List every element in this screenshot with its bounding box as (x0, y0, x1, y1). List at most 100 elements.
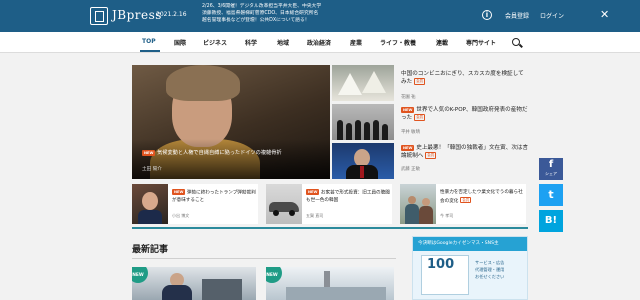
facebook-share-button[interactable]: f シェア (539, 158, 563, 180)
top-bar: JBpress 2021.2.16 2/26、3/6開催！デジタル改革担当平井大… (0, 0, 640, 32)
silhouette-figure (382, 124, 388, 140)
hero-gradient (132, 139, 330, 179)
new-badge: NEW (401, 106, 415, 113)
card-title-text: 性暴力を否定したウ業文化でうの暮ら社会の変化 (440, 190, 523, 204)
side-article-title[interactable]: NEW 史上最悪！「韓国の独裁者」文在寅、次は言論統制へ 会員 (401, 144, 529, 160)
trump-article-thumbnail (132, 184, 168, 224)
car-article-thumbnail (266, 184, 302, 224)
nav-item-top[interactable]: TOP (142, 38, 156, 45)
new-badge: NEW (132, 267, 148, 283)
new-badge: NEW (172, 189, 186, 195)
car-wheel (289, 210, 295, 216)
person-body (405, 204, 419, 224)
card-author: 小出 博文 (172, 213, 190, 218)
members-badge: 会員 (460, 196, 472, 204)
article-card[interactable]: 性暴力を否定したウ業文化でうの暮ら社会の変化 会員 今 孝司 (400, 184, 526, 224)
hero-article-title[interactable]: NEW 気候変動と人権で自縄自縛に陥ったドイツの複雑骨折 (142, 149, 332, 156)
info-icon[interactable]: i (482, 10, 492, 20)
ad-text-line: サービス・広告 (475, 260, 505, 265)
onigiri-shape (362, 71, 386, 93)
silhouette-figure (346, 123, 352, 140)
facebook-share-label: シェア (545, 171, 557, 176)
nav-item-politics-economy[interactable]: 政治経済 (307, 38, 331, 47)
announcement-line: 越名誉理事長などが登壇！公共DXについて語る！ (202, 18, 310, 23)
car-wheel (273, 210, 279, 216)
hero-article-author[interactable]: 土田 陽介 (142, 166, 162, 172)
onigiri-shape (338, 73, 362, 95)
card-title: 性暴力を否定したウ業文化でうの暮ら社会の変化 会員 (440, 189, 524, 205)
search-icon[interactable] (512, 38, 520, 46)
members-badge: 会員 (425, 152, 437, 159)
ad-number: 100 (427, 257, 455, 272)
section-divider (132, 227, 528, 229)
nav-item-region[interactable]: 地域 (277, 38, 289, 47)
latest-article-thumbnail[interactable]: NEW (266, 267, 394, 300)
nav-item-business[interactable]: ビジネス (203, 38, 227, 47)
person-body (162, 285, 192, 300)
announcement-line: 2/26、3/6開催！デジタル改革担当平井大臣、中央大学 (202, 4, 322, 9)
card-author: 五賀 直司 (306, 213, 324, 218)
nav-item-science[interactable]: 科学 (245, 38, 257, 47)
facebook-icon: f (548, 159, 554, 170)
header-announcement[interactable]: 2/26、3/6開催！デジタル改革担当平井大臣、中央大学 須藤教授、福島県磐梯町… (202, 3, 340, 24)
onigiri-article-thumbnail[interactable] (332, 65, 394, 101)
person-head (422, 198, 430, 206)
korea-article-thumbnail[interactable] (332, 143, 394, 179)
person-body (419, 206, 433, 224)
nav-item-life[interactable]: ライフ・教養 (380, 38, 416, 47)
article-card[interactable]: NEW 弾劾に終わったトランプ弾劾裁判が意味すること 小出 博文 (132, 184, 258, 224)
card-title-text: 弾劾に終わったトランプ弾劾裁判が意味すること (172, 190, 256, 204)
vehicle-shape (202, 279, 242, 300)
latest-articles-heading: 最新記事 (132, 245, 169, 255)
card-author: 今 孝司 (440, 213, 454, 218)
nav-item-industry[interactable]: 産業 (350, 38, 362, 47)
article-card[interactable]: NEW お家芸で形式投資：旧工員の聴聞も世一色の韓国 五賀 直司 (266, 184, 392, 224)
hero-figure-hair (166, 65, 240, 101)
side-article-author[interactable]: 武藤 正敏 (401, 166, 420, 172)
advertisement-banner[interactable]: 今決断はGoogleカイゼンマス・SNS主 100 サービス・広告 代理管理・運… (412, 236, 528, 300)
members-badge: 会員 (414, 114, 425, 121)
close-icon[interactable]: ✕ (600, 9, 609, 20)
ad-text-line: 代理管理・運用 (475, 267, 505, 272)
side-article-author[interactable]: 平井 敏晴 (401, 129, 420, 135)
ad-text-line: お任せください (475, 274, 505, 279)
hero-article-image[interactable] (132, 65, 330, 179)
side-article-author[interactable]: 花園 祐 (401, 94, 416, 100)
twitter-icon: t (548, 188, 554, 201)
person-head (408, 196, 416, 204)
twitter-share-button[interactable]: t (539, 184, 563, 206)
heading-underline (132, 258, 396, 259)
new-badge: NEW (142, 149, 156, 156)
nav-item-series[interactable]: 連載 (436, 38, 448, 47)
nav-item-international[interactable]: 国際 (174, 38, 186, 47)
silhouette-figure (355, 120, 361, 140)
category-nav: TOP 国際 ビジネス 科学 地域 政治経済 産業 ライフ・教養 連載 専門サイ… (0, 32, 640, 53)
silhouette-figure (337, 120, 343, 140)
card-title: NEW お家芸で形式投資：旧工員の聴聞も世一色の韓国 (306, 189, 390, 205)
society-article-thumbnail (400, 184, 436, 224)
hatena-bookmark-button[interactable]: B! (539, 210, 563, 232)
kpop-article-thumbnail[interactable] (332, 104, 394, 140)
new-badge: NEW (306, 189, 320, 195)
members-badge: 会員 (414, 78, 425, 85)
portrait-suit (138, 210, 162, 224)
new-badge: NEW (401, 144, 415, 151)
skyline-shape (286, 287, 386, 300)
hero-title-text: 気候変動と人権で自縄自縛に陥ったドイツの複雑骨折 (157, 150, 282, 156)
header-date: 2021.2.16 (156, 11, 187, 18)
side-article-title-text: 史上最悪！「韓国の独裁者」文在寅、次は言論統制へ (401, 145, 529, 159)
speaker-tie (360, 166, 364, 178)
latest-article-thumbnail[interactable]: NEW (132, 267, 256, 300)
nav-active-indicator (140, 50, 160, 52)
jbpress-logo-icon[interactable] (90, 7, 108, 25)
side-article-title[interactable]: NEW 世界で人気のK-POP、韓国政府発表の産物だった 会員 (401, 106, 529, 122)
nav-item-special-sites[interactable]: 専門サイト (466, 38, 496, 47)
ad-header: 今決断はGoogleカイゼンマス・SNS主 (413, 237, 527, 251)
side-article-title[interactable]: 中国のコンビニおにぎり、スカスカ度を検証してみた 会員 (401, 70, 529, 86)
site-logo-text[interactable]: JBpress (112, 8, 162, 22)
silhouette-figure (373, 120, 379, 140)
register-link[interactable]: 会員登録 (505, 11, 529, 20)
announcement-line: 須藤教授、福島県磐梯町菅原CDO、日本総合研究所名 (202, 11, 319, 16)
login-link[interactable]: ログイン (540, 11, 564, 20)
hatena-icon: B! (544, 215, 558, 226)
